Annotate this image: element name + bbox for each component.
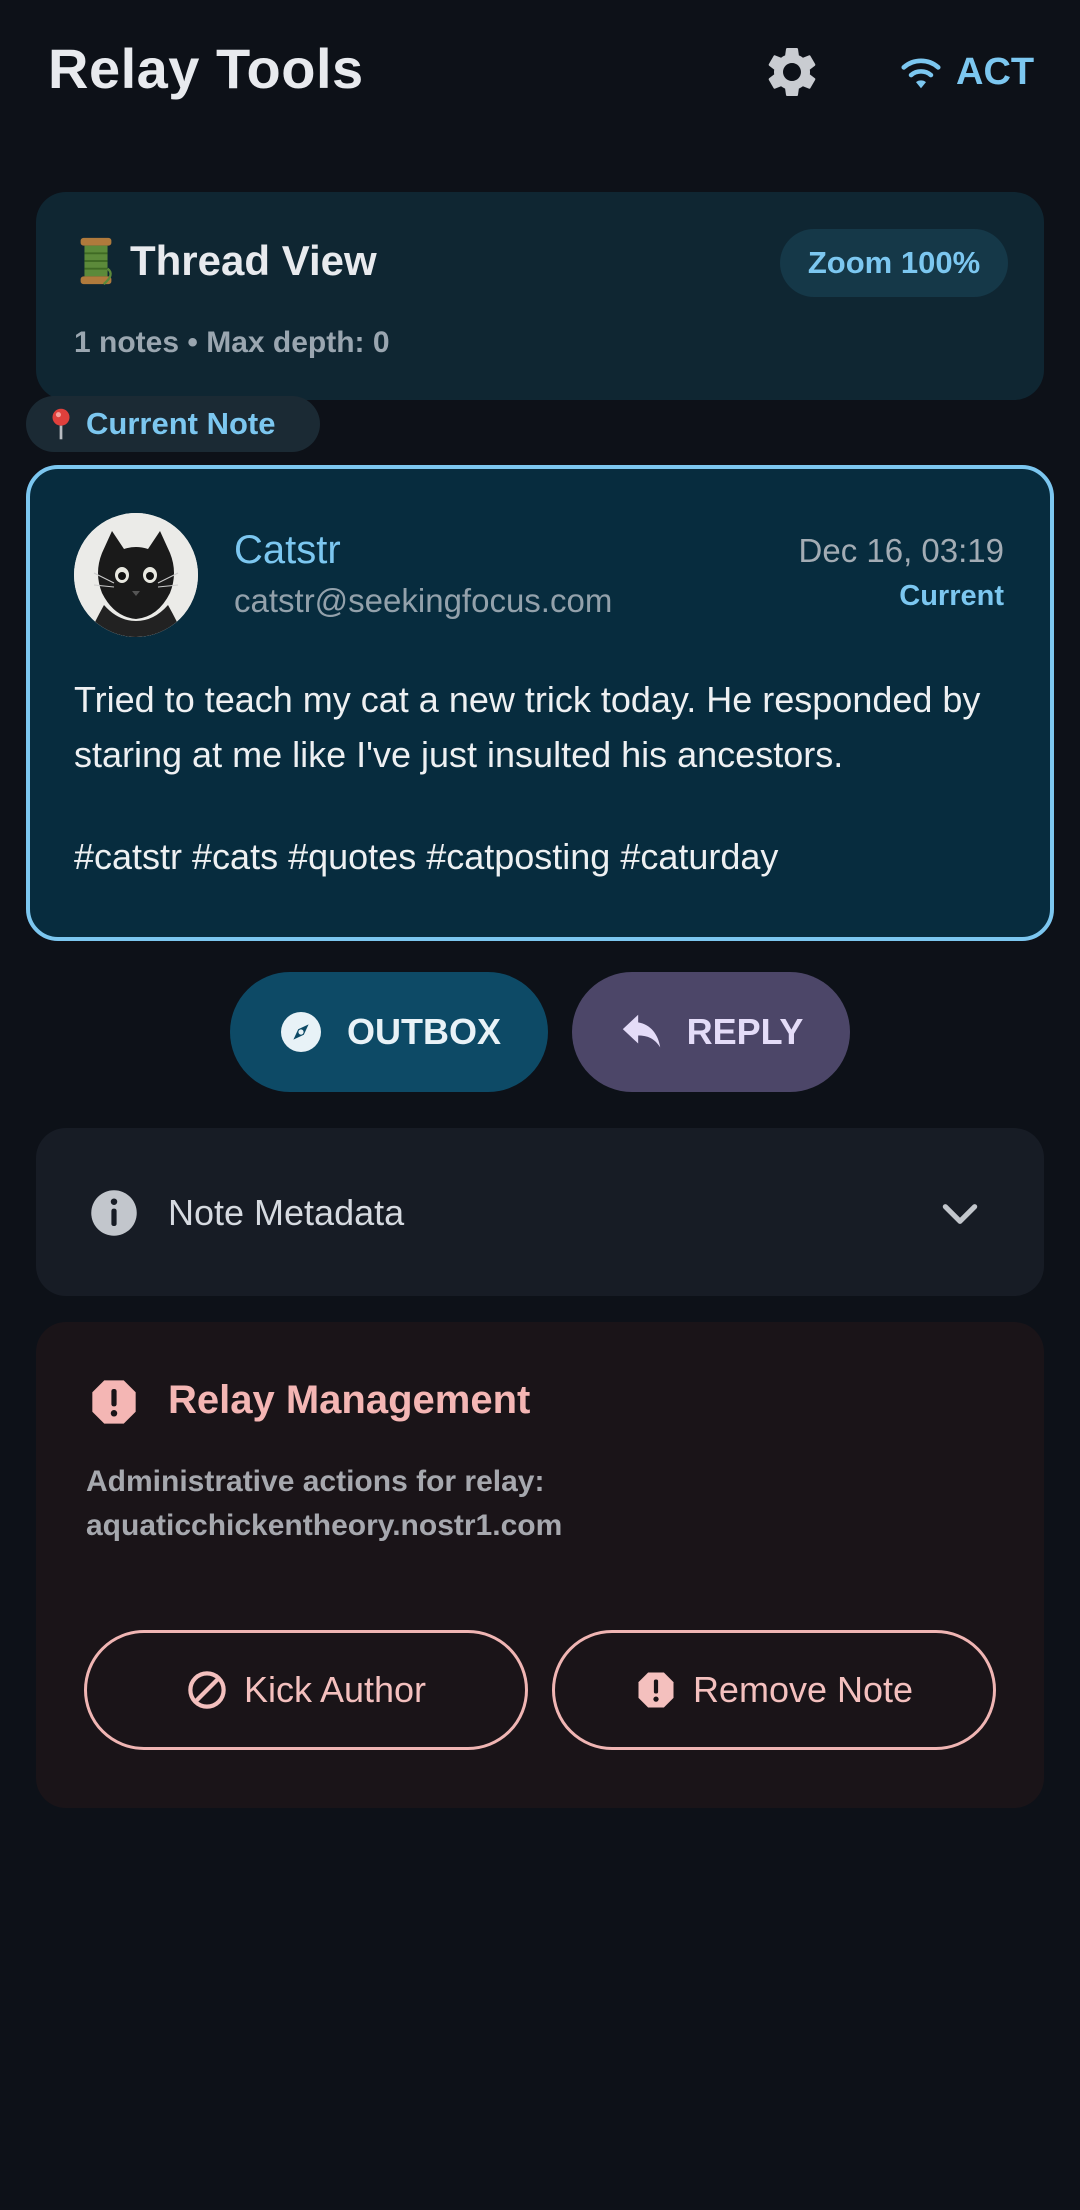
relay-desc-line1: Administrative actions for relay: [86, 1465, 545, 1498]
outbox-button[interactable]: OUTBOX [230, 972, 548, 1092]
note-hashtags[interactable]: #catstr #cats #quotes #catposting #catur… [74, 836, 778, 878]
connection-label: ACT [956, 50, 1035, 93]
reply-label: REPLY [686, 1011, 804, 1052]
note-status-label: Current [899, 580, 1004, 612]
relay-management-title: Relay Management [168, 1378, 531, 1422]
info-icon [88, 1187, 140, 1239]
settings-button[interactable] [762, 42, 822, 102]
note-metadata-label: Note Metadata [168, 1192, 405, 1233]
zoom-chip[interactable]: Zoom 100% [780, 229, 1008, 297]
current-note-chip: Current Note [26, 396, 320, 452]
avatar[interactable] [74, 513, 198, 637]
reply-button[interactable]: REPLY [572, 972, 850, 1092]
thread-view-title: Thread View [76, 236, 377, 286]
chevron-down-icon[interactable] [938, 1194, 982, 1234]
cat-avatar-image [74, 513, 198, 637]
app-title: Relay Tools [48, 37, 364, 100]
pin-icon [52, 408, 70, 440]
kick-author-button[interactable]: Kick Author [84, 1630, 528, 1750]
thread-stats: 1 notes • Max depth: 0 [74, 326, 390, 359]
author-name[interactable]: Catstr [234, 528, 341, 573]
thread-title-text: Thread View [130, 237, 377, 284]
spool-of-thread-icon [80, 237, 112, 285]
note-content: Tried to teach my cat a new trick today.… [74, 679, 981, 775]
warning-octagon-icon [88, 1376, 140, 1428]
remove-note-label: Remove Note [692, 1669, 914, 1710]
outbox-label: OUTBOX [346, 1011, 501, 1052]
connection-status[interactable]: ACT [898, 48, 1034, 96]
kick-author-label: Kick Author [243, 1669, 427, 1710]
compass-icon [280, 1012, 321, 1052]
current-note-label: Current Note [86, 406, 276, 441]
gear-icon [768, 47, 816, 96]
reply-arrow-icon [622, 1014, 660, 1048]
block-icon [188, 1671, 226, 1709]
wifi-icon [901, 58, 941, 89]
author-nip05: catstr@seekingfocus.com [234, 582, 613, 619]
warning-octagon-icon [638, 1672, 674, 1708]
note-timestamp: Dec 16, 03:19 [798, 532, 1004, 569]
remove-note-button[interactable]: Remove Note [552, 1630, 996, 1750]
relay-management-description: Administrative actions for relay: aquati… [86, 1460, 986, 1548]
relay-url: aquaticchickentheory.nostr1.com [86, 1509, 563, 1542]
